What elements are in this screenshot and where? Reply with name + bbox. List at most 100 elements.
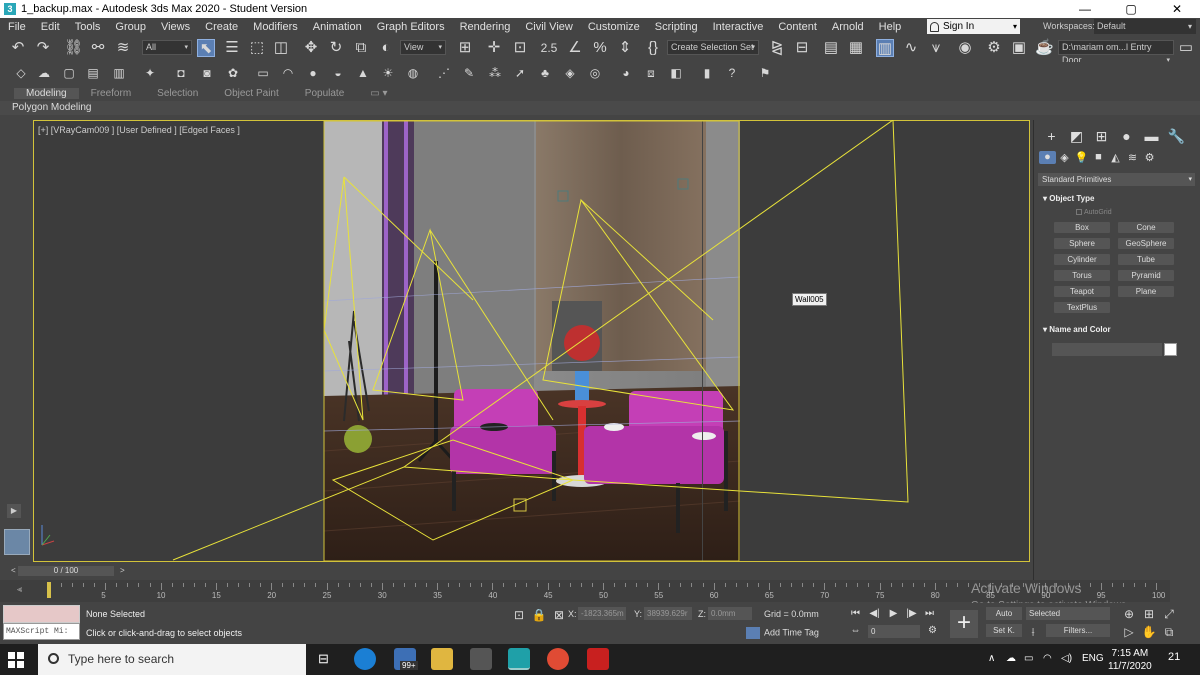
box-button[interactable]: Box <box>1054 222 1110 233</box>
redo-icon[interactable]: ↷ <box>34 39 52 57</box>
store-icon[interactable] <box>470 648 492 670</box>
maxscript-listener[interactable] <box>3 605 80 623</box>
bind-space-warp-icon[interactable]: ≋ <box>114 39 132 57</box>
expand-arrow-icon[interactable]: ▶ <box>7 504 21 518</box>
play-icon[interactable]: ▶ <box>886 606 901 621</box>
scatter-icon[interactable]: ⁂ <box>486 64 504 82</box>
goto-end-icon[interactable]: ⏭ <box>922 606 937 621</box>
menu-content[interactable]: Content <box>770 21 824 33</box>
taskbar-search-box[interactable]: Type here to search <box>38 644 306 675</box>
goto-start-icon[interactable]: ⏮ <box>848 606 863 621</box>
viewport-layout-thumbnail[interactable] <box>4 529 30 555</box>
tab-object-paint[interactable]: Object Paint <box>224 88 304 99</box>
tube-button[interactable]: Tube <box>1118 254 1174 265</box>
name-color-rollout-header[interactable]: ▾ Name and Color <box>1039 323 1196 337</box>
scene-explorer-icon[interactable]: ▤ <box>822 39 840 57</box>
torus-button[interactable]: Torus <box>1054 270 1110 281</box>
menu-tools[interactable]: Tools <box>67 21 108 33</box>
mesh-icon[interactable]: ◎ <box>586 64 604 82</box>
sign-in-button[interactable]: Sign In ▾ <box>927 19 1020 34</box>
spacewarps-category-icon[interactable]: ≋ <box>1124 151 1141 164</box>
zoom-all-icon[interactable]: ⊞ <box>1140 605 1158 623</box>
sun-icon[interactable]: ☀ <box>379 64 397 82</box>
help-icon[interactable]: ? <box>723 64 741 82</box>
curve-editor-icon[interactable]: ∿ <box>902 39 920 57</box>
cone-shape-icon[interactable]: ▲ <box>354 64 372 82</box>
reference-coordinate-dropdown[interactable]: View ▾ <box>400 40 446 55</box>
link-icon[interactable]: ⛓ <box>64 39 83 57</box>
rendered-frame-window-icon[interactable]: ▣ <box>1010 39 1028 57</box>
rectangular-selection-icon[interactable]: ⬚ <box>248 39 266 57</box>
selection-filter-dropdown[interactable]: All ▾ <box>142 40 192 55</box>
time-configuration-icon[interactable]: ⚙ <box>925 623 940 638</box>
menu-create[interactable]: Create <box>197 21 245 33</box>
menu-civil-view[interactable]: Civil View <box>517 21 579 33</box>
maxscript-mini-listener[interactable]: MAXScript Mi: <box>3 623 80 640</box>
primitive-category-dropdown[interactable]: Standard Primitives ▾ <box>1038 173 1195 186</box>
time-slider-thumb[interactable]: 0 / 100 <box>18 566 114 576</box>
undo-icon[interactable]: ↶ <box>9 39 27 57</box>
toggle-ribbon-icon[interactable]: ▥ <box>876 39 894 57</box>
helpers-category-icon[interactable]: ◭ <box>1107 151 1124 164</box>
select-manipulate-icon[interactable]: ✛ <box>485 39 503 57</box>
chrome-icon[interactable] <box>547 648 569 670</box>
light-sphere-icon[interactable]: ◍ <box>404 64 422 82</box>
window-crossing-icon[interactable]: ◫ <box>272 39 290 57</box>
geosphere-button[interactable]: GeoSphere <box>1118 238 1174 249</box>
battery-icon[interactable]: ▭ <box>1024 653 1033 664</box>
cameras-category-icon[interactable]: ■ <box>1090 151 1107 164</box>
next-frame-icon[interactable]: |▶ <box>904 606 919 621</box>
workspace-select[interactable]: Default ▾ <box>1094 19 1196 34</box>
menu-graph-editors[interactable]: Graph Editors <box>369 21 452 33</box>
volume-icon[interactable]: ◁) <box>1061 653 1072 664</box>
list-icon[interactable]: ▥ <box>110 64 128 82</box>
file-explorer-icon[interactable] <box>431 648 453 670</box>
sphere-button[interactable]: Sphere <box>1054 238 1110 249</box>
rotate-icon[interactable]: ↻ <box>327 39 345 57</box>
set-key-button[interactable]: Set K. <box>986 624 1022 637</box>
absolute-transform-icon[interactable]: ⊠ <box>550 606 568 624</box>
object-type-rollout-header[interactable]: ▾ Object Type <box>1039 192 1196 206</box>
dome-shape-icon[interactable]: ◠ <box>279 64 297 82</box>
utilities-tab-icon[interactable]: 🔧 <box>1164 128 1189 145</box>
schematic-view-icon[interactable]: ⩛ <box>927 39 945 57</box>
menu-interactive[interactable]: Interactive <box>705 21 771 33</box>
minimize-button[interactable]: — <box>1062 0 1108 18</box>
polygon-modeling-panel[interactable]: Polygon Modeling <box>12 102 92 113</box>
cursor-icon[interactable]: ➚ <box>511 64 529 82</box>
render-view-icon[interactable]: ◧ <box>667 64 685 82</box>
create-tab-icon[interactable]: + <box>1039 128 1064 145</box>
brush-icon[interactable]: ✎ <box>460 64 478 82</box>
keyboard-shortcut-override-icon[interactable]: ⊡ <box>511 39 529 57</box>
material-editor-icon[interactable]: ◉ <box>956 39 974 57</box>
key-mode-toggle-icon[interactable]: ⇔ <box>848 623 863 638</box>
modify-tab-icon[interactable]: ◩ <box>1064 128 1089 145</box>
project-folder-dropdown[interactable]: D:\mariam om...l Entry Door ▾ <box>1058 40 1174 65</box>
box-tool-icon[interactable]: ▢ <box>60 64 78 82</box>
tab-freeform[interactable]: Freeform <box>91 88 158 99</box>
frame-buffer-icon[interactable]: ⧈ <box>642 64 660 82</box>
fur-icon[interactable]: ⋰ <box>435 64 453 82</box>
teapot-shape-icon[interactable]: ◒ <box>329 64 347 82</box>
pivot-center-icon[interactable]: ⊞ <box>456 39 474 57</box>
orbit-icon[interactable]: ✋ <box>1140 623 1158 641</box>
hierarchy-tab-icon[interactable]: ⊞ <box>1089 128 1114 145</box>
named-selection-sets-dropdown[interactable]: Create Selection Set ▾ <box>667 40 759 55</box>
close-button[interactable]: ✕ <box>1154 0 1200 18</box>
geometry-category-icon[interactable]: ● <box>1039 151 1056 164</box>
y-coord-field[interactable]: 38939.629r <box>644 607 692 620</box>
z-coord-field[interactable]: 0.0mm <box>708 607 752 620</box>
prev-frame-icon[interactable]: ◀| <box>867 606 882 621</box>
zoom-extents-icon[interactable]: ⤢ <box>1160 605 1178 623</box>
select-object-icon[interactable]: ⬉ <box>197 39 215 57</box>
zoom-viewport-icon[interactable]: ⊕ <box>1120 605 1138 623</box>
placement-icon[interactable]: ◐ <box>377 39 395 57</box>
helper-icon[interactable]: ◇ <box>12 64 30 82</box>
x-coord-field[interactable]: -1823.365m <box>578 607 626 620</box>
menu-arnold[interactable]: Arnold <box>824 21 871 33</box>
render-production-icon[interactable]: ☕ <box>1035 39 1054 57</box>
object-name-field[interactable] <box>1052 343 1162 356</box>
globe-icon[interactable]: ◕ <box>617 64 635 82</box>
flag-icon[interactable]: ⚑ <box>756 64 774 82</box>
plant-icon[interactable]: ♣ <box>536 64 554 82</box>
